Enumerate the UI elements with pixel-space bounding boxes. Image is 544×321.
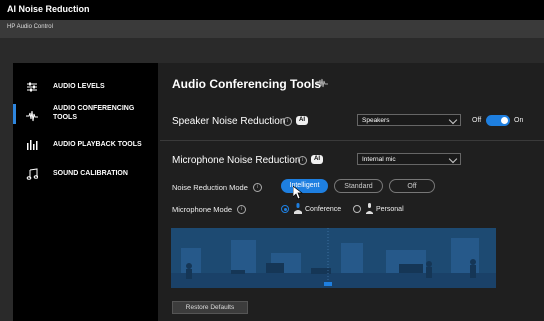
chevron-down-icon: [448, 154, 458, 164]
sidebar-item-label: AUDIO PLAYBACK TOOLS: [53, 141, 142, 148]
sidebar-item-label-line2: TOOLS: [53, 114, 77, 121]
toggle-off-label: Off: [472, 117, 482, 124]
sliders-icon: [27, 82, 37, 92]
speaker-noise-reduction-label: Speaker Noise Reduction: [172, 116, 286, 127]
mode-intelligent-button[interactable]: Intelligent: [281, 179, 328, 193]
personal-icon: [366, 203, 373, 214]
page-title: Audio Conferencing Tools: [172, 77, 322, 91]
sidebar-item-audio-levels[interactable]: AUDIO LEVELS: [13, 75, 158, 97]
scene-graphic: [171, 228, 496, 288]
info-icon[interactable]: i: [253, 183, 262, 192]
mode-off-button[interactable]: Off: [389, 179, 435, 193]
microphone-device-value: Internal mic: [362, 156, 396, 163]
divider: [160, 140, 544, 141]
personal-radio[interactable]: [353, 205, 361, 213]
speaker-device-select[interactable]: Speakers: [357, 114, 461, 126]
title-bar: AI Noise Reduction: [0, 0, 544, 20]
noise-reduction-mode-label: Noise Reduction Mode: [172, 183, 248, 192]
microphone-device-select[interactable]: Internal mic: [357, 153, 461, 165]
speaker-device-value: Speakers: [362, 117, 390, 124]
menu-bar: HP Audio Control: [0, 20, 544, 38]
conference-option-label[interactable]: Conference: [305, 206, 341, 213]
app-title: AI Noise Reduction: [7, 4, 90, 14]
mode-standard-button[interactable]: Standard: [334, 179, 383, 193]
info-icon[interactable]: i: [237, 205, 246, 214]
conference-radio[interactable]: [281, 205, 289, 213]
sidebar-item-audio-playback-tools[interactable]: AUDIO PLAYBACK TOOLS: [13, 133, 158, 155]
sidebar-item-sound-calibration[interactable]: SOUND CALIBRATION: [13, 162, 158, 184]
restore-defaults-button[interactable]: Restore Defaults: [172, 301, 248, 314]
chevron-down-icon: [448, 115, 458, 125]
menu-title: HP Audio Control: [7, 24, 53, 30]
waveform-icon: [26, 110, 38, 122]
speaker-noise-reduction-toggle[interactable]: [486, 115, 510, 126]
sidebar-item-audio-conferencing-tools[interactable]: AUDIO CONFERENCING TOOLS: [13, 102, 158, 128]
sidebar-item-label: SOUND CALIBRATION: [53, 170, 128, 177]
personal-option-label[interactable]: Personal: [376, 206, 404, 213]
info-icon[interactable]: i: [298, 156, 307, 165]
microphone-noise-reduction-label: Microphone Noise Reduction: [172, 155, 301, 166]
mouse-cursor-icon: [293, 186, 303, 200]
music-note-icon: [26, 168, 38, 180]
info-icon[interactable]: i: [283, 117, 292, 126]
toggle-knob: [501, 117, 508, 124]
sidebar-item-label: AUDIO LEVELS: [53, 83, 105, 90]
equalizer-icon: [27, 140, 38, 150]
conference-icon: [294, 203, 302, 214]
waveform-icon: [316, 78, 328, 88]
toggle-on-label: On: [514, 117, 524, 124]
active-indicator: [13, 104, 16, 124]
sidebar-item-label: AUDIO CONFERENCING: [53, 105, 135, 112]
sidebar: AUDIO LEVELS AUDIO CONFERENCING TOOLS AU…: [13, 63, 158, 321]
ai-badge: AI: [311, 155, 323, 164]
noise-scene-illustration: [171, 228, 496, 288]
ai-badge: AI: [296, 116, 308, 125]
microphone-mode-label: Microphone Mode: [172, 205, 233, 214]
